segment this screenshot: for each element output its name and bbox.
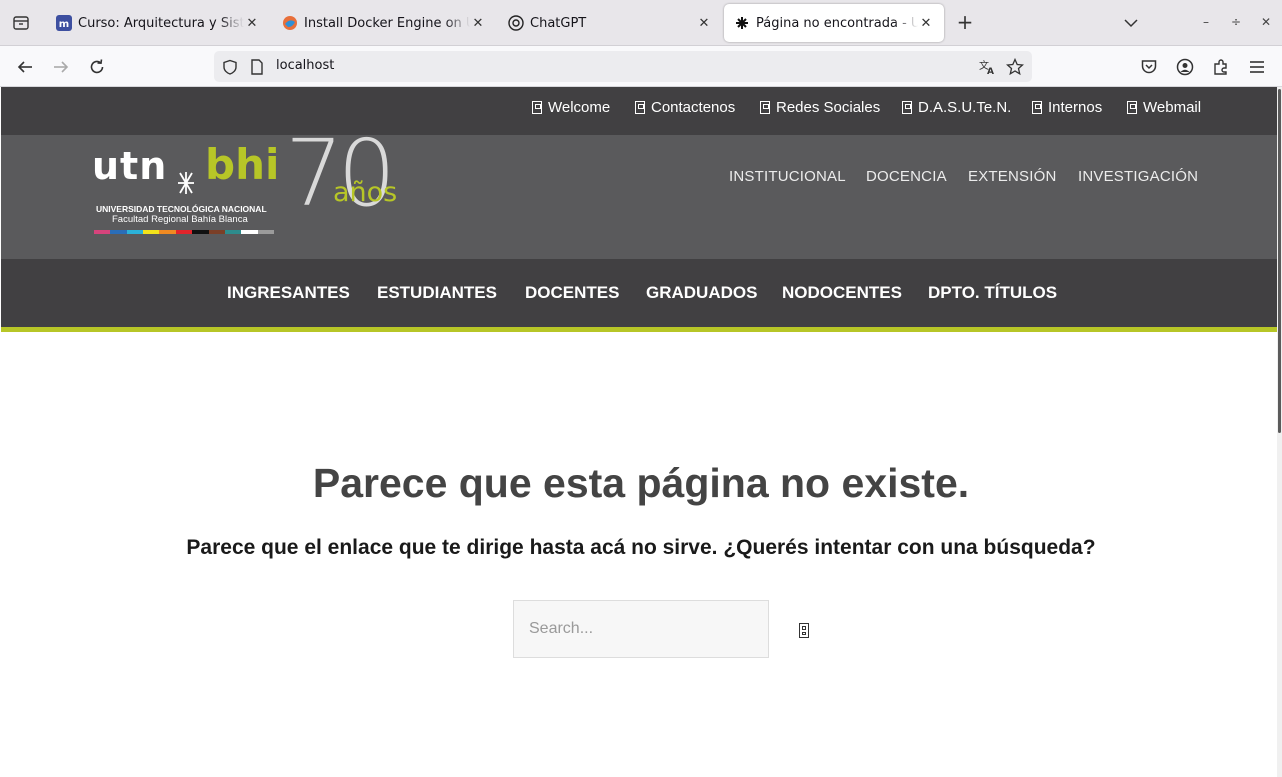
nav-extension[interactable]: EXTENSIÓN xyxy=(968,168,1056,185)
logo-stripe xyxy=(126,230,144,234)
tab-title: Curso: Arquitectura y Sistemas Operativo… xyxy=(78,15,244,31)
svg-text:A: A xyxy=(987,67,994,75)
search-input[interactable] xyxy=(513,600,769,658)
page-subtitle: Parece que el enlace que te dirige hasta… xyxy=(186,536,1096,559)
logo-stripe xyxy=(241,230,258,234)
scrollbar-thumb[interactable] xyxy=(1278,89,1281,433)
account-icon[interactable] xyxy=(1173,55,1197,79)
shield-icon[interactable] xyxy=(221,58,239,76)
back-arrow-icon[interactable] xyxy=(13,55,37,79)
top-link-internos[interactable]: Internos xyxy=(1032,99,1102,116)
site-menu-bar: INGRESANTES ESTUDIANTES DOCENTES GRADUAD… xyxy=(1,259,1278,327)
page-icon[interactable] xyxy=(248,58,266,76)
reload-icon[interactable] xyxy=(85,55,109,79)
tab-title: ChatGPT xyxy=(530,15,587,31)
moodle-favicon-icon: m xyxy=(56,15,72,31)
menu-graduados[interactable]: GRADUADOS xyxy=(646,283,757,303)
missing-glyph-icon xyxy=(1032,101,1042,114)
logo-line-faculty: Facultad Regional Bahía Blanca xyxy=(112,214,248,225)
browser-tab-bar: m Curso: Arquitectura y Sistemas Operati… xyxy=(0,0,1282,46)
browser-toolbar: localhost 文A xyxy=(0,46,1282,87)
translate-icon[interactable]: 文A xyxy=(978,58,996,76)
nav-docencia[interactable]: DOCENCIA xyxy=(866,168,947,185)
logo-color-stripes xyxy=(94,230,274,234)
top-link-dasuten[interactable]: D.A.S.U.Te.N. xyxy=(902,99,1011,116)
tab-chatgpt[interactable]: ChatGPT ✕ xyxy=(498,4,722,42)
top-link-webmail[interactable]: Webmail xyxy=(1127,99,1201,116)
logo-stripe xyxy=(257,230,274,234)
logo-anniversary-word: años xyxy=(333,177,398,208)
url-bar[interactable]: localhost 文A xyxy=(214,51,1032,82)
tab-close-icon[interactable]: ✕ xyxy=(470,15,486,31)
logo-line-university: UNIVERSIDAD TECNOLÓGICA NACIONAL xyxy=(96,204,267,214)
menu-estudiantes[interactable]: ESTUDIANTES xyxy=(377,283,497,303)
forward-arrow-icon[interactable] xyxy=(49,55,73,79)
tab-pagina-no-encontrada[interactable]: Página no encontrada - UTN FRBB ✕ xyxy=(724,4,944,42)
menu-docentes[interactable]: DOCENTES xyxy=(525,283,619,303)
top-link-redes-sociales[interactable]: Redes Sociales xyxy=(760,99,880,116)
nav-investigacion[interactable]: INVESTIGACIÓN xyxy=(1078,168,1198,185)
missing-glyph-icon xyxy=(760,101,770,114)
tab-close-icon[interactable]: ✕ xyxy=(696,15,712,31)
logo-stripe xyxy=(159,230,176,234)
logo-wordmark-utn: utn xyxy=(92,144,168,188)
tab-title: Página no encontrada - UTN FRBB xyxy=(756,15,918,31)
new-tab-button[interactable]: + xyxy=(955,12,975,34)
logo-utn-emblem-icon xyxy=(178,172,194,194)
logo-stripe xyxy=(224,230,242,234)
pocket-icon[interactable] xyxy=(1137,55,1161,79)
top-link-contactenos[interactable]: Contactenos xyxy=(635,99,735,116)
tab-close-icon[interactable]: ✕ xyxy=(918,15,934,31)
menu-nodocentes[interactable]: NODOCENTES xyxy=(782,283,902,303)
close-window-button[interactable]: ✕ xyxy=(1256,12,1276,32)
tab-docker[interactable]: Install Docker Engine on Ubuntu ✕ xyxy=(272,4,496,42)
minimize-button[interactable]: – xyxy=(1196,12,1216,32)
utn-bhi-logo[interactable]: utn bhi UNIVERSIDAD TECNOLÓGICA NACIONAL… xyxy=(92,128,422,243)
logo-stripe xyxy=(94,230,111,234)
menu-ingresantes[interactable]: INGRESANTES xyxy=(227,283,350,303)
missing-glyph-icon xyxy=(902,101,912,114)
hamburger-menu-icon[interactable] xyxy=(1245,55,1269,79)
bookmark-star-icon[interactable] xyxy=(1006,58,1024,76)
tab-title: Install Docker Engine on Ubuntu xyxy=(304,15,470,31)
restore-button[interactable]: ÷ xyxy=(1226,12,1246,32)
page-scrollbar[interactable] xyxy=(1277,87,1282,777)
svg-text:m: m xyxy=(59,19,69,30)
menu-dpto-titulos[interactable]: DPTO. TÍTULOS xyxy=(928,283,1057,303)
chevron-down-icon[interactable] xyxy=(1121,12,1141,34)
search-icon xyxy=(799,622,809,638)
chatgpt-favicon-icon xyxy=(508,15,524,31)
url-text: localhost xyxy=(276,58,335,73)
page-title: Parece que esta página no existe. xyxy=(312,460,970,506)
site-top-bar: Welcome Contactenos Redes Sociales D.A.S… xyxy=(1,87,1278,135)
logo-stripe xyxy=(175,230,193,234)
logo-stripe xyxy=(208,230,225,234)
search-button[interactable] xyxy=(797,619,811,641)
site-header: utn bhi UNIVERSIDAD TECNOLÓGICA NACIONAL… xyxy=(1,128,1278,259)
logo-stripe xyxy=(143,230,160,234)
missing-glyph-icon xyxy=(532,101,542,114)
menu-accent-line xyxy=(1,327,1278,332)
logo-wordmark-bhi: bhi xyxy=(205,140,280,189)
tab-close-icon[interactable]: ✕ xyxy=(244,15,260,31)
nav-institucional[interactable]: INSTITUCIONAL xyxy=(729,168,846,185)
tab-list-icon[interactable] xyxy=(8,10,34,36)
utn-favicon-icon xyxy=(734,15,750,31)
extensions-puzzle-icon[interactable] xyxy=(1209,55,1233,79)
logo-stripe xyxy=(192,230,209,234)
top-link-welcome[interactable]: Welcome xyxy=(532,99,610,116)
docker-favicon-icon xyxy=(282,15,298,31)
tab-curso[interactable]: m Curso: Arquitectura y Sistemas Operati… xyxy=(46,4,270,42)
logo-stripe xyxy=(110,230,127,234)
missing-glyph-icon xyxy=(635,101,645,114)
missing-glyph-icon xyxy=(1127,101,1137,114)
